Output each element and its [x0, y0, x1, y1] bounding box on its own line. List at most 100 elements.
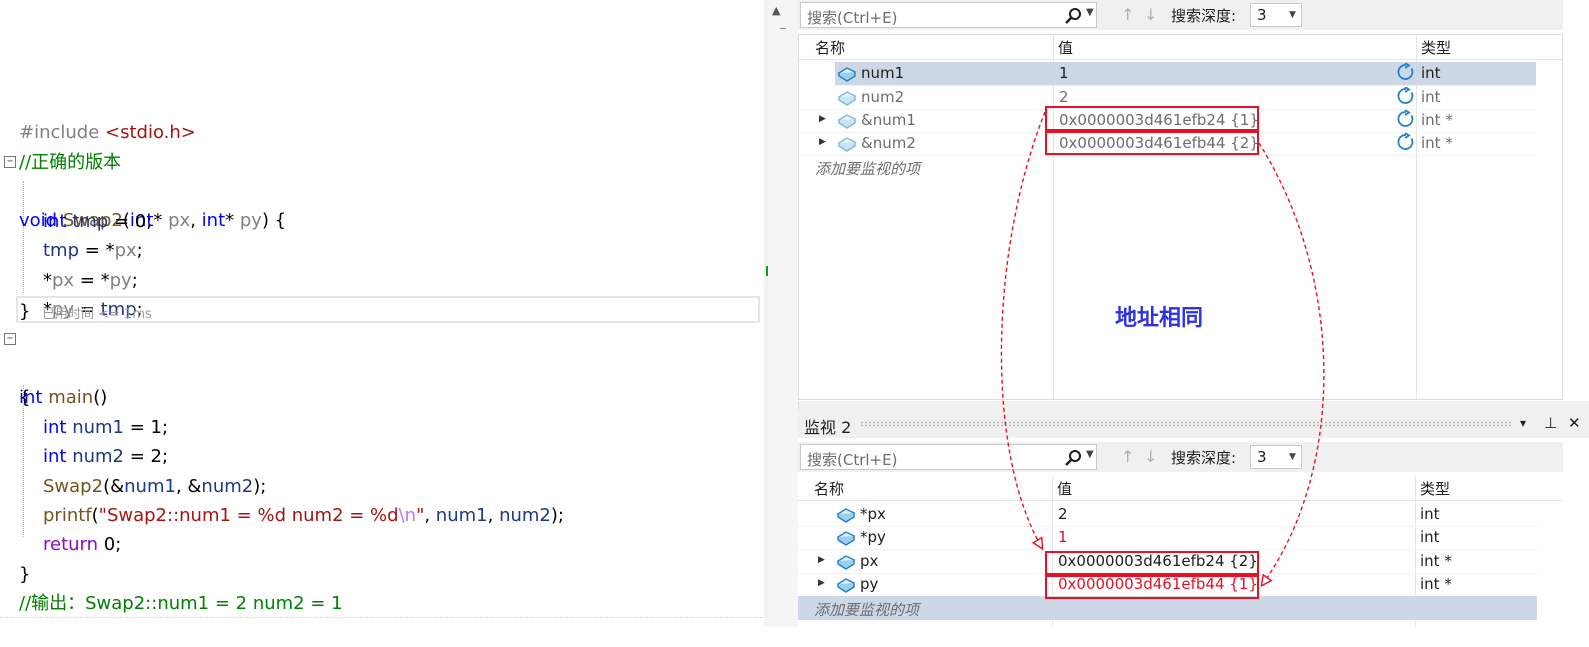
address-highlight-box — [1045, 551, 1259, 575]
column-header-type[interactable]: 类型 — [1420, 478, 1450, 499]
variable-icon — [836, 531, 856, 546]
watch-item-type: int — [1420, 528, 1440, 546]
watch-title-bar: 监视 2 ▾ ⊥ ✕ — [798, 410, 1589, 438]
chevron-down-icon[interactable]: ▼ — [1086, 449, 1094, 460]
watch-item-name: num1 — [861, 64, 905, 82]
watch-item-type: int — [1420, 505, 1440, 523]
code-line[interactable]: Swap2(&num1, &num2); — [0, 443, 768, 497]
code-line[interactable]: } — [0, 531, 768, 585]
variable-icon — [837, 137, 857, 152]
code-line-include[interactable]: #include <stdio.h> — [0, 89, 768, 143]
refresh-icon[interactable] — [1397, 110, 1415, 128]
watch-item-type: int * — [1420, 575, 1452, 593]
collapse-icon[interactable]: − — [4, 156, 16, 168]
search-depth-select[interactable]: 3 ▼ — [1250, 3, 1302, 27]
grid-header: 名称 值 类型 — [798, 476, 1563, 501]
watch-item-value[interactable]: 2 — [1058, 505, 1068, 523]
variable-icon — [836, 555, 856, 570]
variable-icon — [837, 67, 857, 82]
code-line-comment[interactable]: //正确的版本 — [0, 119, 768, 173]
code-line[interactable]: tmp = *px; — [0, 207, 768, 261]
code-line[interactable]: int num1 = 1; — [0, 384, 768, 438]
arrow-down-icon[interactable]: ↓ — [1144, 5, 1157, 24]
search-placeholder: 搜索(Ctrl+E) — [807, 451, 898, 469]
column-header-type[interactable]: 类型 — [1421, 37, 1451, 58]
watch-row[interactable]: *px 2 int — [798, 503, 1537, 527]
watch-item-name: &num2 — [861, 134, 916, 152]
expand-arrow-icon[interactable]: ▶ — [819, 114, 826, 124]
code-line[interactable]: int tmp = 0; — [0, 178, 768, 232]
scroll-marker-icon: _ — [780, 16, 786, 29]
expand-arrow-icon[interactable]: ▶ — [818, 555, 825, 565]
watch-item-name: num2 — [861, 88, 905, 106]
refresh-icon[interactable] — [1397, 133, 1415, 151]
variable-icon — [837, 114, 857, 129]
add-watch-item[interactable]: 添加要监视的项 — [798, 596, 1537, 620]
column-header-name[interactable]: 名称 — [814, 478, 844, 499]
code-line[interactable]: *px = *py; — [0, 237, 768, 291]
watch-item-value-changed[interactable]: 1 — [1058, 528, 1068, 546]
arrow-down-icon[interactable]: ↓ — [1144, 447, 1157, 466]
expand-arrow-icon[interactable]: ▶ — [818, 578, 825, 588]
chevron-down-icon[interactable]: ▼ — [1086, 7, 1094, 18]
watch-row[interactable]: num1 1 int — [835, 62, 1536, 86]
drag-grip[interactable] — [860, 421, 1511, 427]
code-line[interactable]: { — [0, 354, 768, 408]
code-line-swap-signature[interactable]: − void Swap2(int* px, int* py) { — [0, 148, 768, 231]
same-address-annotation: 地址相同 — [1115, 306, 1204, 331]
search-input[interactable]: 搜索(Ctrl+E) ▼ — [800, 2, 1097, 28]
watch-item-type: int — [1421, 64, 1441, 82]
watch-item-value[interactable]: 2 — [1059, 88, 1069, 106]
search-input[interactable]: 搜索(Ctrl+E) ▼ — [800, 444, 1097, 470]
chevron-down-icon: ▼ — [1289, 452, 1296, 462]
variable-icon — [837, 91, 857, 106]
divider — [0, 617, 768, 618]
watch-item-type: int — [1421, 88, 1441, 106]
variable-icon — [836, 508, 856, 523]
expand-arrow-icon[interactable]: ▶ — [819, 137, 826, 147]
arrow-up-icon[interactable]: ↑ — [1121, 5, 1134, 24]
watch-item-name: *px — [860, 505, 886, 523]
add-watch-item[interactable]: 添加要监视的项 — [799, 155, 1536, 179]
code-line[interactable]: int num2 = 2; — [0, 413, 768, 467]
watch-row[interactable]: *py 1 int — [798, 526, 1537, 550]
code-token: } — [19, 301, 31, 322]
address-highlight-box — [1045, 106, 1259, 131]
refresh-icon[interactable] — [1397, 87, 1415, 105]
search-icon[interactable] — [1063, 7, 1083, 25]
arrow-up-icon[interactable]: ↑ — [1121, 447, 1134, 466]
close-icon[interactable]: ✕ — [1568, 414, 1581, 432]
code-line[interactable]: printf("Swap2::num1 = %d num2 = %d\n", n… — [0, 472, 768, 526]
code-comment: //输出：Swap2::num1 = 2 num2 = 1 — [19, 593, 343, 614]
search-placeholder: 搜索(Ctrl+E) — [807, 9, 898, 27]
search-icon[interactable] — [1063, 449, 1083, 467]
elapsed-time-hint: 已用时间 <= 1ms — [42, 307, 152, 322]
pin-icon[interactable]: ⊥ — [1544, 414, 1557, 432]
address-highlight-box — [1045, 575, 1259, 599]
code-line-main-signature[interactable]: − int main() — [0, 325, 768, 408]
code-line-output-comment[interactable]: //输出：Swap2::num1 = 2 num2 = 1 — [0, 560, 768, 614]
watch-item-type: int * — [1420, 552, 1452, 570]
search-depth-value: 3 — [1257, 6, 1267, 24]
watch-item-value[interactable]: 1 — [1059, 64, 1069, 82]
code-editor[interactable]: #include <stdio.h> //正确的版本 − void Swap2(… — [0, 0, 772, 627]
code-line[interactable]: return 0; — [0, 501, 768, 555]
watch-toolbar: 搜索(Ctrl+E) ▼ ↑ ↓ 搜索深度: 3 ▼ — [798, 0, 1563, 30]
search-depth-label: 搜索深度: — [1171, 7, 1237, 25]
watch-item-name: py — [860, 575, 879, 593]
column-header-value[interactable]: 值 — [1057, 478, 1072, 499]
column-header-name[interactable]: 名称 — [815, 37, 845, 58]
panel-title: 监视 2 — [804, 418, 852, 437]
code-line[interactable]: *py = tmp; — [0, 266, 768, 320]
refresh-icon[interactable] — [1397, 63, 1415, 81]
chevron-down-icon: ▼ — [1289, 10, 1296, 20]
variable-icon — [836, 578, 856, 593]
watch-item-name: &num1 — [861, 111, 916, 129]
search-depth-value: 3 — [1257, 448, 1267, 466]
column-header-value[interactable]: 值 — [1058, 37, 1073, 58]
search-depth-select[interactable]: 3 ▼ — [1250, 445, 1302, 469]
watch-item-name: px — [860, 552, 879, 570]
collapse-icon[interactable]: − — [4, 333, 16, 345]
window-position-dropdown-icon[interactable]: ▾ — [1520, 416, 1526, 430]
watch-item-type: int * — [1421, 111, 1453, 129]
